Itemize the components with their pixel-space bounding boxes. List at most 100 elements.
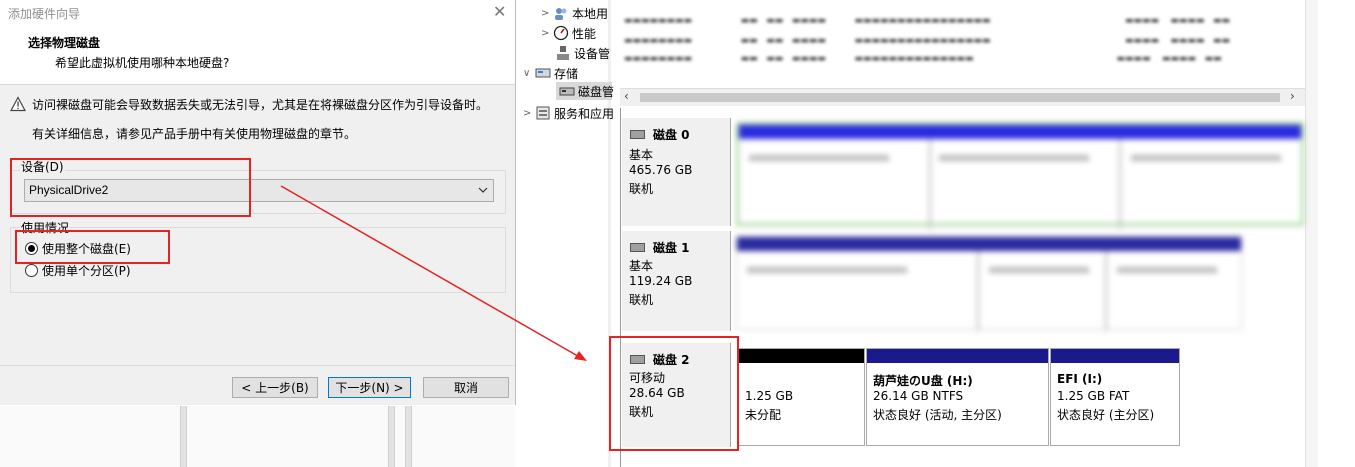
disk-type: 基本: [629, 259, 654, 273]
blurred-text: [747, 267, 907, 273]
chevron-right-icon[interactable]: >: [523, 108, 535, 119]
tree-label: 设备管: [574, 46, 611, 61]
partition-status: 状态良好 (活动, 主分区): [873, 408, 1002, 422]
info-text: 有关详细信息，请参见产品手册中有关使用物理磁盘的章节。: [32, 127, 357, 141]
add-hardware-wizard: 添加硬件向导 ✕ 选择物理磁盘 希望此虚拟机使用哪种本地硬盘? 访问裸磁盘可能会…: [0, 0, 516, 405]
tree-item-local-users[interactable]: > 本地用: [541, 4, 608, 22]
radio-checked-icon: [25, 241, 38, 255]
radio-unchecked-icon: [25, 263, 38, 277]
partition-size: 1.25 GB: [745, 389, 794, 403]
storage-icon: [535, 68, 551, 78]
partition-size: 1.25 GB FAT: [1057, 389, 1130, 403]
device-manager-icon: [557, 46, 569, 60]
tree-label: 服务和应用: [554, 106, 615, 121]
users-icon: [555, 8, 567, 20]
performance-icon: [553, 25, 569, 41]
disk-status: 联机: [629, 293, 654, 307]
partition-divider: [1119, 139, 1121, 229]
partition-bar: [739, 125, 1301, 139]
disk-icon: [630, 243, 645, 252]
scroll-right-icon[interactable]: ›: [1290, 89, 1295, 103]
tree-item-services[interactable]: > 服务和应用: [523, 104, 614, 122]
primary-partition-bar: [1051, 349, 1179, 363]
volume-row[interactable]: ▬▬▬▬▬▬▬▬ ▬▬ ▬▬ ▬▬▬▬ ▬▬▬▬▬▬▬▬▬▬▬▬▬▬ ▬▬▬▬ …: [624, 54, 1222, 64]
disk-2-label[interactable]: 磁盘 2 可移动 28.64 GB 联机: [622, 343, 731, 447]
use-entire-disk-radio[interactable]: 使用整个磁盘(E): [25, 240, 131, 256]
disk-name: 磁盘 1: [653, 241, 690, 255]
disk-1-label[interactable]: 磁盘 1 基本 119.24 GB 联机: [622, 231, 731, 331]
warning-text: 访问裸磁盘可能会导致数据丢失或无法引导，尤其是在将裸磁盘分区作为引导设备时。: [32, 98, 489, 112]
partition-title: 葫芦娃のU盘 (H:): [873, 374, 973, 388]
disk-type: 基本: [629, 148, 654, 162]
wizard-subheading: 希望此虚拟机使用哪种本地硬盘?: [55, 56, 230, 70]
horizontal-scrollbar[interactable]: ‹ ›: [620, 88, 1305, 106]
disk-0-header: 磁盘 0: [630, 126, 690, 143]
blurred-text: [749, 155, 889, 161]
tree-item-storage[interactable]: ∨ 存储: [523, 64, 578, 82]
primary-partition-bar: [867, 349, 1048, 363]
usage-groupbox: [10, 227, 506, 293]
partition-divider: [929, 139, 931, 229]
disk-size: 119.24 GB: [629, 274, 693, 288]
disk-type: 可移动: [629, 371, 666, 385]
disk-management-icon: [559, 87, 575, 96]
disk-2-header: 磁盘 2: [630, 351, 690, 368]
use-single-partition-label: 使用单个分区(P): [42, 263, 131, 278]
partition-unallocated[interactable]: 1.25 GB 未分配: [738, 348, 865, 446]
partition-divider: [1105, 251, 1107, 331]
disk-1-partitions[interactable]: [736, 236, 1242, 331]
background-divider: [180, 406, 187, 467]
partition-title: EFI (I:): [1057, 372, 1103, 386]
disk-name: 磁盘 2: [653, 353, 690, 367]
tree-item-disk-management[interactable]: 磁盘管: [559, 82, 614, 100]
volume-list: ▬▬▬▬▬▬▬▬ ▬▬ ▬▬ ▬▬▬▬ ▬▬▬▬▬▬▬▬▬▬▬▬▬▬▬▬ ▬▬▬…: [620, 0, 1305, 90]
disk-0-label[interactable]: 磁盘 0 基本 465.76 GB 联机: [622, 118, 731, 226]
use-single-partition-radio[interactable]: 使用单个分区(P): [25, 262, 131, 278]
tree-label: 存储: [554, 66, 579, 81]
partition-size: 26.14 GB NTFS: [873, 389, 964, 403]
disk-0-partitions[interactable]: [736, 122, 1304, 229]
chevron-right-icon[interactable]: >: [541, 28, 553, 39]
blurred-text: [939, 155, 1089, 161]
next-button[interactable]: 下一步(N) >: [328, 377, 411, 398]
scroll-left-icon[interactable]: ‹: [624, 89, 629, 103]
chevron-right-icon[interactable]: >: [541, 8, 553, 19]
partition-efi[interactable]: EFI (I:) 1.25 GB FAT 状态良好 (主分区): [1050, 348, 1180, 446]
services-icon: [536, 106, 550, 120]
disk-name: 磁盘 0: [653, 128, 690, 142]
scrollbar-thumb[interactable]: [640, 93, 1280, 102]
vertical-scrollbar[interactable]: [1305, 0, 1318, 467]
back-button[interactable]: < 上一步(B): [232, 377, 318, 398]
wizard-titlebar: 添加硬件向导 ✕: [0, 0, 515, 24]
background-divider: [388, 406, 395, 467]
pane-splitter[interactable]: [608, 0, 611, 467]
disk-status: 联机: [629, 182, 654, 196]
device-label: 设备(D): [20, 158, 65, 175]
volume-row[interactable]: ▬▬▬▬▬▬▬▬ ▬▬ ▬▬ ▬▬▬▬ ▬▬▬▬▬▬▬▬▬▬▬▬▬▬▬▬ ▬▬▬…: [624, 16, 1230, 26]
wizard-title: 添加硬件向导: [8, 7, 81, 21]
blurred-text: [989, 267, 1089, 273]
partition-status: 未分配: [745, 408, 782, 422]
device-dropdown[interactable]: PhysicalDrive2: [24, 179, 494, 202]
background-divider: [405, 406, 412, 467]
tree-label: 性能: [572, 26, 597, 41]
usage-label: 使用情况: [20, 219, 71, 236]
volume-row[interactable]: ▬▬▬▬▬▬▬▬ ▬▬ ▬▬ ▬▬▬▬ ▬▬▬▬▬▬▬▬▬▬▬▬▬▬▬▬ ▬▬▬…: [624, 36, 1230, 46]
disk-size: 465.76 GB: [629, 163, 693, 177]
disk-1-header: 磁盘 1: [630, 239, 690, 256]
partition-status: 状态良好 (主分区): [1057, 408, 1155, 422]
tree-label: 磁盘管: [578, 84, 615, 99]
partition-divider: [977, 251, 979, 331]
chevron-down-icon: [478, 187, 488, 193]
partition-h-drive[interactable]: 葫芦娃のU盘 (H:) 26.14 GB NTFS 状态良好 (活动, 主分区): [866, 348, 1049, 446]
tree-item-device-manager[interactable]: 设备管: [555, 44, 610, 62]
blurred-text: [1131, 155, 1281, 161]
footer-divider: [0, 365, 515, 366]
partition-bar: [737, 237, 1241, 251]
wizard-header: 选择物理磁盘 希望此虚拟机使用哪种本地硬盘?: [0, 24, 515, 85]
close-icon[interactable]: ✕: [493, 2, 506, 21]
tree-item-performance[interactable]: > 性能: [541, 24, 596, 42]
chevron-down-icon[interactable]: ∨: [523, 68, 535, 79]
cancel-button[interactable]: 取消: [423, 377, 509, 398]
background-window: [0, 406, 515, 467]
